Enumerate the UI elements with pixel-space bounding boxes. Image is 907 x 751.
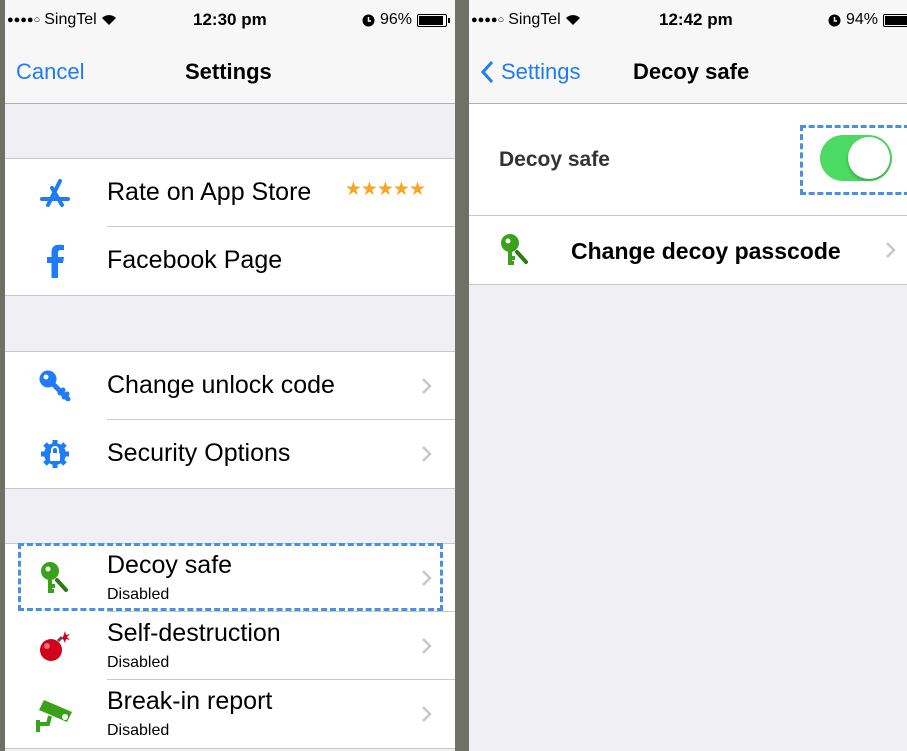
carrier-name: SingTel	[508, 11, 561, 28]
self-destruction-status: Disabled	[107, 654, 170, 671]
carrier-indicator: ●●●●○ SingTel	[7, 11, 117, 29]
wifi-icon	[101, 15, 116, 25]
self-destruction-label: Self-destruction	[107, 619, 281, 647]
status-bar: ●●●●○ SingTel 12:42 pm 94%	[469, 0, 907, 40]
navigation-bar: Settings Decoy safe	[469, 40, 907, 104]
change-unlock-code-row[interactable]: Change unlock code	[5, 352, 455, 420]
back-button-label: Settings	[501, 59, 581, 84]
decoy-safe-label: Decoy safe	[107, 551, 233, 579]
break-in-report-status: Disabled	[107, 722, 170, 739]
chevron-right-icon	[422, 446, 432, 462]
key-icon	[35, 368, 75, 404]
carrier-indicator: ●●●●○ SingTel	[471, 11, 581, 29]
cancel-button[interactable]: Cancel	[16, 59, 84, 85]
chevron-right-icon	[422, 638, 432, 654]
battery-indicator: 96%	[362, 11, 450, 29]
green-key-icon	[35, 560, 75, 596]
signal-icon: ●●●●○	[7, 14, 41, 26]
status-bar: ●●●●○ SingTel 12:30 pm 96%	[5, 0, 455, 40]
carrier-name: SingTel	[44, 11, 97, 28]
bomb-icon	[35, 628, 75, 664]
decoy-safe-toggle-row: Decoy safe	[469, 104, 907, 216]
chevron-left-icon	[481, 60, 494, 84]
decoy-safe-row[interactable]: Decoy safe Disabled	[5, 544, 455, 612]
page-title: Decoy safe	[633, 59, 750, 84]
break-in-report-row[interactable]: Break-in report Disabled	[5, 680, 455, 748]
decoy-safe-screen: ●●●●○ SingTel 12:42 pm 94% Settings Deco…	[469, 0, 907, 751]
navigation-bar: Cancel Settings	[5, 40, 455, 104]
green-key-icon	[495, 232, 535, 268]
facebook-icon	[35, 243, 75, 279]
facebook-page-label: Facebook Page	[107, 246, 283, 274]
self-destruction-row[interactable]: Self-destruction Disabled	[5, 612, 455, 680]
security-group: Change unlock code Security Options	[5, 351, 455, 489]
decoy-safe-status: Disabled	[107, 586, 170, 603]
security-options-row[interactable]: Security Options	[5, 420, 455, 488]
chevron-right-icon	[422, 570, 432, 586]
decoy-safe-toggle[interactable]	[820, 135, 892, 181]
chevron-right-icon	[422, 378, 432, 394]
change-unlock-code-label: Change unlock code	[107, 371, 335, 399]
alarm-icon	[828, 14, 841, 26]
gear-lock-icon	[35, 436, 75, 472]
chevron-right-icon	[422, 706, 432, 722]
wifi-icon	[565, 15, 580, 25]
page-title: Settings	[185, 59, 272, 84]
settings-screen: ●●●●○ SingTel 12:30 pm 96% Cancel Settin…	[5, 0, 455, 751]
battery-percent: 94%	[845, 11, 878, 28]
facebook-page-row[interactable]: Facebook Page	[5, 227, 455, 295]
break-in-report-label: Break-in report	[107, 687, 273, 715]
battery-indicator: 94%	[828, 11, 907, 29]
signal-icon: ●●●●○	[471, 14, 505, 26]
social-group: Rate on App Store ★★★★★ Facebook Page	[5, 158, 455, 296]
change-decoy-passcode-label: Change decoy passcode	[571, 238, 841, 264]
decoy-safe-toggle-label: Decoy safe	[499, 148, 610, 171]
status-time: 12:42 pm	[659, 10, 733, 29]
rate-app-store-label: Rate on App Store	[107, 178, 312, 206]
rating-stars-icon: ★★★★★	[344, 179, 426, 200]
battery-percent: 96%	[379, 11, 412, 28]
battery-icon	[883, 13, 907, 27]
security-options-label: Security Options	[107, 439, 291, 467]
chevron-right-icon	[886, 242, 896, 258]
security-camera-icon	[35, 696, 75, 732]
decoy-settings-group: Decoy safe Change decoy passcode	[469, 104, 907, 285]
protection-group: Decoy safe Disabled Self-destruction Dis…	[5, 543, 455, 749]
status-time: 12:30 pm	[193, 10, 267, 29]
app-store-icon	[35, 175, 75, 211]
alarm-icon	[362, 14, 375, 26]
change-decoy-passcode-row[interactable]: Change decoy passcode	[469, 216, 907, 284]
battery-icon	[417, 13, 450, 27]
rate-app-store-row[interactable]: Rate on App Store ★★★★★	[5, 159, 455, 227]
back-button[interactable]: Settings	[481, 59, 581, 85]
